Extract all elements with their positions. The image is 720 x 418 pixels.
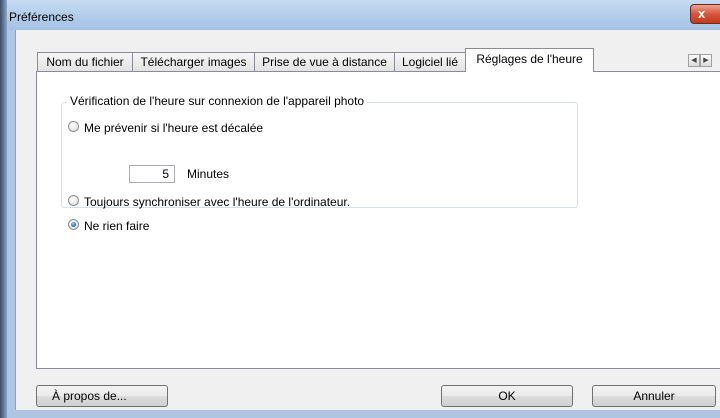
about-button[interactable]: À propos de... <box>36 385 168 407</box>
radio-label[interactable]: Toujours synchroniser avec l'heure de l'… <box>84 195 350 209</box>
tab-scroll-left-button[interactable]: ◀ <box>688 54 700 67</box>
close-icon: x <box>698 6 706 21</box>
arrow-right-icon: ▶ <box>703 57 709 64</box>
radio-button-icon[interactable] <box>68 121 79 133</box>
tab-scroll-right-button[interactable]: ▶ <box>700 54 712 67</box>
tab-prise-de-vue-a-distance[interactable]: Prise de vue à distance <box>254 52 395 71</box>
radio-option-sync[interactable]: Toujours synchroniser avec l'heure de l'… <box>68 193 350 209</box>
close-button[interactable]: x <box>690 4 720 24</box>
background-window-edge <box>0 0 7 418</box>
tab-nom-du-fichier[interactable]: Nom du fichier <box>37 52 133 71</box>
dialog-client-area: Nom du fichier Télécharger images Prise … <box>15 30 720 410</box>
group-title: Vérification de l'heure sur connexion de… <box>67 94 368 108</box>
preferences-window: Préférences x Nom du fichier Télécharger… <box>7 0 720 418</box>
cancel-button[interactable]: Annuler <box>592 385 716 407</box>
tab-panel: Vérification de l'heure sur connexion de… <box>36 71 720 369</box>
title-bar[interactable]: Préférences x <box>7 0 720 30</box>
tab-telecharger-images[interactable]: Télécharger images <box>132 52 255 71</box>
window-title: Préférences <box>9 10 74 24</box>
radio-label[interactable]: Me prévenir si l'heure est décalée <box>84 121 263 135</box>
radio-option-warn[interactable]: Me prévenir si l'heure est décalée <box>68 119 263 135</box>
radio-button-checked-icon[interactable] <box>68 219 79 231</box>
tab-logiciel-lie[interactable]: Logiciel lié <box>394 52 466 71</box>
minutes-label: Minutes <box>187 167 230 181</box>
minutes-input[interactable]: 5 <box>129 165 175 183</box>
radio-label[interactable]: Ne rien faire <box>84 219 149 233</box>
tab-reglages-de-l-heure[interactable]: Réglages de l'heure <box>465 48 594 72</box>
arrow-left-icon: ◀ <box>691 57 697 64</box>
radio-button-icon[interactable] <box>68 195 79 207</box>
ok-button[interactable]: OK <box>441 385 573 407</box>
radio-option-do-nothing[interactable]: Ne rien faire <box>68 217 149 233</box>
